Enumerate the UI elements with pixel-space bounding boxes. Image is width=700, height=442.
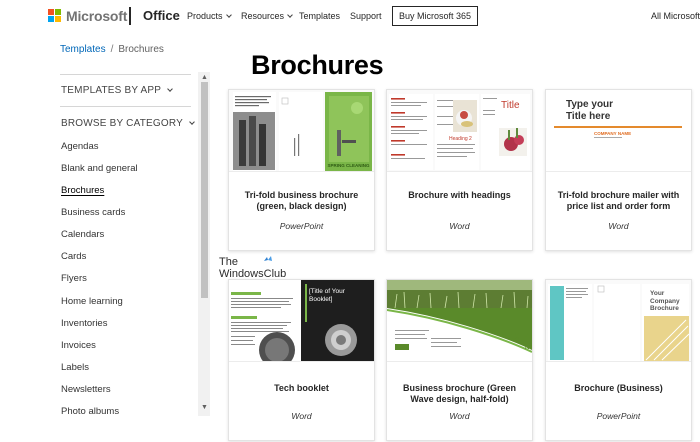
template-card[interactable]: SPRING CLEANING Tri-fold business brochu… — [228, 89, 375, 251]
template-card[interactable]: [Title of Your Booklet] Tech booklet Wor… — [228, 279, 375, 441]
watermark-logo-icon — [264, 256, 272, 261]
sidebar-divider — [60, 106, 191, 107]
nav-support[interactable]: Support — [350, 11, 382, 21]
thumbnail-company: COMPANY NAME — [594, 131, 632, 136]
template-card[interactable]: COM N Business brochure (Green Wave desi… — [386, 279, 533, 441]
chevron-down-icon — [167, 86, 173, 92]
watermark-line-1: The — [219, 256, 238, 268]
template-card[interactable]: Your Company Brochure Brochure (Business… — [545, 279, 692, 441]
thumbnail-heading-line-1: Type your — [566, 99, 614, 110]
thumbnail-heading-line-2: Booklet] — [309, 296, 333, 303]
nav-products[interactable]: Products — [187, 11, 232, 21]
templates-by-app-toggle[interactable]: TEMPLATES BY APP — [61, 85, 173, 96]
thumbnail-accent-rule — [554, 126, 682, 128]
breadcrumb-current: Brochures — [118, 44, 164, 55]
thumbnail-tagline-line — [594, 137, 622, 138]
thumbnail-heading-line-2: Company — [650, 297, 680, 305]
chevron-down-icon — [225, 12, 232, 18]
sidebar-scrollbar-thumb[interactable] — [201, 82, 208, 298]
browse-by-category-toggle[interactable]: BROWSE BY CATEGORY — [61, 118, 195, 129]
thumbnail-heading-line-2: N — [525, 345, 530, 351]
breadcrumb-separator: / — [110, 44, 114, 55]
template-title[interactable]: Tri-fold brochure mailer with price list… — [552, 190, 685, 212]
chevron-down-icon — [287, 12, 293, 18]
template-thumbnail: COM N — [387, 280, 532, 362]
nav-templates[interactable]: Templates — [299, 11, 340, 21]
sidebar-item-calendars[interactable]: Calendars — [61, 229, 104, 240]
thumbnail-caption: SPRING CLEANING — [327, 163, 370, 168]
site-header: Microsoft Office Products Resources Temp… — [0, 0, 700, 34]
sidebar-item-flyers[interactable]: Flyers — [61, 273, 87, 284]
breadcrumb: Templates / Brochures — [60, 44, 164, 55]
sidebar-item-inventories[interactable]: Inventories — [61, 318, 107, 329]
template-card[interactable]: Type your Title here COMPANY NAME Tri-fo… — [545, 89, 692, 251]
thumbnail-heading-line-1: Your — [650, 290, 665, 297]
nav-resources[interactable]: Resources — [241, 11, 293, 21]
sidebar-item-labels[interactable]: Labels — [61, 362, 89, 373]
sidebar-item-blank-and-general[interactable]: Blank and general — [61, 163, 138, 174]
office-home-link[interactable]: Office — [143, 8, 180, 23]
buy-microsoft-365-button[interactable]: Buy Microsoft 365 — [392, 6, 479, 26]
template-title[interactable]: Tri-fold business brochure (green, black… — [235, 190, 368, 212]
template-app: PowerPoint — [596, 411, 641, 421]
template-title[interactable]: Business brochure (Green Wave design, ha… — [393, 383, 526, 405]
thumbnail-heading: Your Company Brochure — [650, 290, 680, 313]
thumbnail-heading: Type your Title here — [566, 99, 613, 123]
thumbnail-heading: [Title of Your Booklet] — [309, 288, 345, 304]
template-title[interactable]: Brochure with headings — [393, 190, 526, 201]
sidebar-item-business-cards[interactable]: Business cards — [61, 207, 125, 218]
template-app: PowerPoint — [279, 221, 324, 231]
scroll-up-arrow-icon[interactable]: ▲ — [201, 74, 208, 81]
thewindowsclub-watermark: The WindowsClub — [219, 256, 286, 280]
template-title[interactable]: Brochure (Business) — [552, 383, 685, 394]
sidebar-item-photo-albums[interactable]: Photo albums — [61, 406, 119, 417]
thumbnail-heading: Heading 2 — [449, 136, 472, 142]
template-thumbnail: Your Company Brochure — [546, 280, 691, 362]
template-app: Word — [291, 411, 312, 421]
chevron-down-icon — [189, 119, 195, 125]
sidebar-divider — [60, 74, 191, 75]
template-app: Word — [449, 221, 470, 231]
scroll-down-arrow-icon[interactable]: ▼ — [201, 404, 208, 411]
page-title: Brochures — [251, 50, 384, 80]
all-microsoft-menu[interactable]: All Microsoft — [651, 11, 700, 21]
header-divider — [129, 7, 131, 25]
thumbnail-heading-line-2: Title here — [566, 111, 611, 122]
template-app: Word — [608, 221, 629, 231]
template-card[interactable]: Title Heading 2 Brochure with headings W… — [386, 89, 533, 251]
template-thumbnail: Title Heading 2 — [387, 90, 532, 172]
microsoft-logo-icon[interactable] — [48, 9, 61, 22]
template-app: Word — [449, 411, 470, 421]
sidebar-item-agendas[interactable]: Agendas — [61, 141, 99, 152]
microsoft-wordmark[interactable]: Microsoft — [66, 8, 127, 24]
thumbnail-heading-line-1: COM — [511, 332, 530, 341]
thumbnail-heading-line-3: Brochure — [650, 305, 679, 312]
template-title[interactable]: Tech booklet — [235, 383, 368, 394]
sidebar-item-brochures[interactable]: Brochures — [61, 185, 104, 196]
sidebar-item-newsletters[interactable]: Newsletters — [61, 384, 111, 395]
sidebar-item-cards[interactable]: Cards — [61, 251, 86, 262]
template-thumbnail: SPRING CLEANING — [229, 90, 374, 172]
thumbnail-heading-line-1: [Title of Your — [309, 288, 345, 295]
thumbnail-title: Title — [501, 100, 520, 111]
breadcrumb-templates-link[interactable]: Templates — [60, 44, 106, 55]
template-thumbnail: Type your Title here COMPANY NAME — [546, 90, 691, 172]
template-thumbnail: [Title of Your Booklet] — [229, 280, 374, 362]
sidebar-item-home-learning[interactable]: Home learning — [61, 296, 123, 307]
sidebar-item-invoices[interactable]: Invoices — [61, 340, 96, 351]
